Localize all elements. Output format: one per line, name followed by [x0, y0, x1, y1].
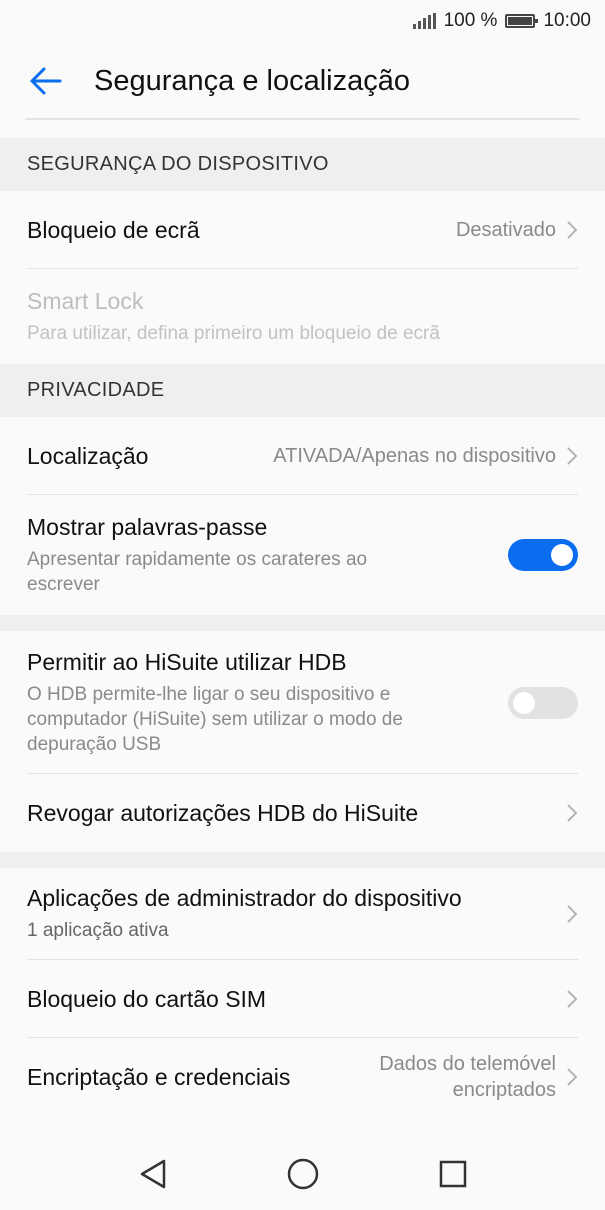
subtitle-line: Apresentar rapidamente os carateres ao: [27, 548, 368, 570]
subtitle-line: depuração USB: [27, 733, 162, 755]
circle-home-icon: [287, 1158, 318, 1190]
page-title: Segurança e localização: [94, 64, 410, 97]
sim-lock-title: Bloqueio do cartão SIM: [27, 985, 267, 1012]
nav-back-button[interactable]: [78, 1138, 228, 1210]
chevron-right-icon: [567, 1068, 578, 1086]
sim-lock-row[interactable]: Bloqueio do cartão SIM: [0, 960, 605, 1038]
show-passwords-row[interactable]: Mostrar palavras-passe Apresentar rapida…: [0, 495, 605, 615]
nav-recents-button[interactable]: [378, 1138, 528, 1210]
toggle-knob: [551, 544, 573, 566]
chevron-right-icon: [567, 804, 578, 822]
show-passwords-toggle[interactable]: [508, 539, 578, 571]
encryption-value-line: encriptados: [452, 1079, 556, 1101]
subtitle-line: escrever: [27, 573, 100, 595]
location-row[interactable]: Localização ATIVADA/Apenas no dispositiv…: [0, 417, 605, 495]
revoke-hdb-title: Revogar autorizações HDB do HiSuite: [27, 799, 419, 826]
chevron-right-icon: [567, 447, 578, 465]
battery-icon: [505, 14, 539, 28]
hisuite-hdb-subtitle: O HDB permite-lhe ligar o seu dispositiv…: [27, 682, 403, 757]
hisuite-hdb-title: Permitir ao HiSuite utilizar HDB: [27, 648, 347, 675]
chevron-right-icon: [567, 221, 578, 239]
encryption-value-line: Dados do telemóvel: [379, 1053, 556, 1075]
app-header: Segurança e localização: [0, 42, 605, 120]
arrow-left-icon: [30, 67, 62, 95]
screen-lock-title: Bloqueio de ecrã: [27, 216, 200, 243]
encryption-value: Dados do telemóvel encriptados: [379, 1051, 556, 1103]
square-recents-icon: [439, 1160, 466, 1188]
show-passwords-title: Mostrar palavras-passe: [27, 513, 268, 540]
section-gap: [0, 852, 605, 868]
location-title: Localização: [27, 442, 149, 469]
nav-home-button[interactable]: [228, 1138, 378, 1210]
device-admin-row[interactable]: Aplicações de administrador do dispositi…: [0, 868, 605, 960]
hisuite-hdb-toggle[interactable]: [508, 686, 578, 719]
section-header-privacy: PRIVACIDADE: [0, 364, 605, 417]
device-admin-title: Aplicações de administrador do dispositi…: [27, 885, 462, 911]
encryption-title: Encriptação e credenciais: [27, 1063, 291, 1090]
smart-lock-subtitle: Para utilizar, defina primeiro um bloque…: [27, 322, 440, 344]
show-passwords-subtitle: Apresentar rapidamente os carateres ao e…: [27, 547, 367, 597]
chevron-right-icon: [567, 990, 578, 1008]
back-button[interactable]: [0, 42, 94, 120]
smart-lock-title: Smart Lock: [27, 287, 144, 314]
battery-percent: 100 %: [443, 10, 498, 31]
subtitle-line: computador (HiSuite) sem utilizar o modo…: [27, 708, 403, 730]
section-gap: [0, 615, 605, 631]
hisuite-hdb-row[interactable]: Permitir ao HiSuite utilizar HDB O HDB p…: [0, 631, 605, 774]
smart-lock-row[interactable]: Smart Lock Para utilizar, defina primeir…: [0, 269, 605, 364]
settings-list[interactable]: SEGURANÇA DO DISPOSITIVO Bloqueio de ecr…: [0, 138, 605, 1116]
chevron-right-icon: [567, 905, 578, 923]
device-admin-subtitle: 1 aplicação ativa: [27, 920, 169, 941]
subtitle-line: O HDB permite-lhe ligar o seu dispositiv…: [27, 683, 391, 705]
section-header-device-security: SEGURANÇA DO DISPOSITIVO: [0, 138, 605, 191]
header-divider: [25, 118, 580, 120]
toggle-knob: [513, 691, 535, 714]
clock: 10:00: [543, 10, 591, 31]
navigation-bar: [0, 1138, 605, 1210]
revoke-hdb-row[interactable]: Revogar autorizações HDB do HiSuite: [0, 774, 605, 852]
screen-lock-row[interactable]: Bloqueio de ecrã Desativado: [0, 191, 605, 269]
triangle-back-icon: [140, 1159, 165, 1189]
location-value: ATIVADA/Apenas no dispositivo: [273, 444, 556, 467]
encryption-row[interactable]: Encriptação e credenciais Dados do telem…: [0, 1038, 605, 1116]
signal-icon: [412, 13, 436, 29]
screen-lock-value: Desativado: [455, 218, 556, 241]
status-bar: 100 % 10:00: [0, 0, 605, 42]
